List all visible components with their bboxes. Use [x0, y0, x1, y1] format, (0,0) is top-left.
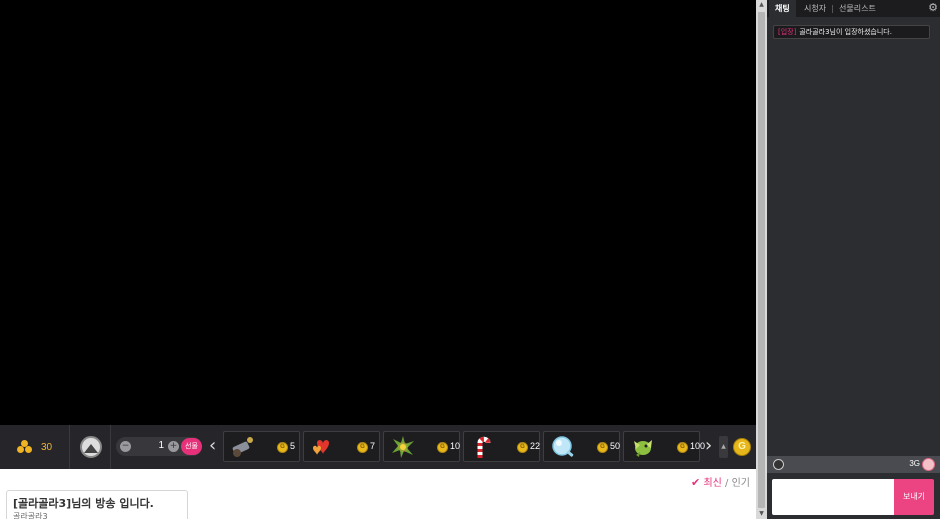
- scroll-down-arrow[interactable]: ▼: [756, 509, 767, 519]
- gift-item[interactable]: G 7: [303, 431, 380, 462]
- gift-item[interactable]: G 22: [463, 431, 540, 462]
- gift-item[interactable]: G 100: [623, 431, 705, 462]
- coins-icon: [16, 440, 33, 454]
- gold-charge-button[interactable]: G: [733, 438, 751, 456]
- broadcaster-name: 골라골라3: [13, 512, 48, 519]
- chat-message-text: 골라골라3님이 입장하셨습니다.: [799, 28, 892, 36]
- page-scrollbar[interactable]: ▲ ▼: [756, 0, 767, 519]
- scrollbar-thumb[interactable]: [758, 12, 765, 508]
- crystal-ball-icon: [552, 436, 574, 457]
- gift-item[interactable]: G 5: [223, 431, 300, 462]
- avatar-icon[interactable]: [922, 458, 935, 471]
- gold-coin-icon: G: [357, 442, 368, 453]
- gift-send-button[interactable]: 선물: [181, 438, 202, 455]
- sort-divider: /: [725, 478, 729, 489]
- broadcast-title: [골라골라3]님의 방송 입니다.: [13, 497, 154, 510]
- quantity-value[interactable]: 1: [142, 440, 164, 451]
- hearts-icon: [313, 440, 329, 455]
- chat-status-bar: 3G: [767, 456, 940, 473]
- cannon-icon: [232, 437, 253, 457]
- gold-coin-icon: G: [437, 442, 448, 453]
- mountain-icon: [79, 436, 102, 458]
- app-root: 30 − 1 + 선물 ‹ G 5 G 7 G 10 G 22 G 50 G 1…: [0, 0, 940, 519]
- gift-price: 5: [290, 441, 296, 451]
- gold-coin-icon: G: [677, 442, 688, 453]
- quantity-stepper: − 1 + 선물: [116, 437, 202, 456]
- expand-button[interactable]: ▲: [719, 436, 728, 458]
- gift-price: 10: [450, 441, 461, 451]
- chat-input[interactable]: [772, 479, 894, 515]
- sort-toggle: ✔ 최신 / 인기: [691, 474, 750, 489]
- gift-price: 22: [530, 441, 541, 451]
- gift-next-arrow[interactable]: ›: [705, 434, 712, 458]
- gift-item[interactable]: G 50: [543, 431, 620, 462]
- gift-prev-arrow[interactable]: ‹: [209, 434, 216, 458]
- tab-chat[interactable]: 채팅: [769, 0, 796, 17]
- chat-panel: 채팅 시청자 선물리스트 ⚙ [입장] 골라골라3님이 입장하셨습니다. 3G 보…: [767, 0, 940, 519]
- chat-message: [입장] 골라골라3님이 입장하셨습니다.: [773, 25, 930, 39]
- tab-viewers[interactable]: 시청자: [804, 0, 826, 17]
- sort-popular-link[interactable]: 인기: [732, 478, 750, 489]
- firework-icon: [392, 436, 414, 458]
- gift-price: 50: [610, 441, 621, 451]
- mount-button[interactable]: [71, 425, 111, 469]
- scroll-up-arrow[interactable]: ▲: [756, 0, 767, 10]
- user-icon[interactable]: [773, 459, 784, 470]
- video-player[interactable]: [0, 0, 756, 425]
- gold-balance: 3G: [909, 459, 920, 468]
- send-button[interactable]: 보내기: [894, 479, 934, 515]
- candy-cane-icon: [477, 436, 491, 458]
- gift-price: 7: [370, 441, 376, 451]
- gift-price: 100: [690, 441, 706, 451]
- sort-latest-link[interactable]: 최신: [703, 478, 721, 489]
- chat-tabs: 채팅 시청자 선물리스트 ⚙: [767, 0, 940, 17]
- tab-gift-list[interactable]: 선물리스트: [839, 0, 876, 17]
- dragon-icon: [634, 440, 652, 457]
- broadcast-info-area: ✔ 최신 / 인기 [골라골라3]님의 방송 입니다. 골라골라3: [0, 469, 756, 519]
- tab-divider: [832, 5, 833, 13]
- broadcast-card[interactable]: [골라골라3]님의 방송 입니다. 골라골라3: [6, 490, 188, 519]
- gift-item[interactable]: G 10: [383, 431, 460, 462]
- plus-button[interactable]: +: [168, 441, 179, 452]
- gold-coin-icon: G: [517, 442, 528, 453]
- minus-button[interactable]: −: [120, 441, 131, 452]
- gold-coin-icon: G: [597, 442, 608, 453]
- check-icon: ✔: [691, 476, 701, 489]
- gear-icon[interactable]: ⚙: [928, 1, 938, 15]
- coin-balance: 30: [0, 425, 70, 469]
- gold-coin-icon: G: [277, 442, 288, 453]
- coin-count: 30: [40, 441, 53, 453]
- entry-tag: [입장]: [778, 28, 797, 36]
